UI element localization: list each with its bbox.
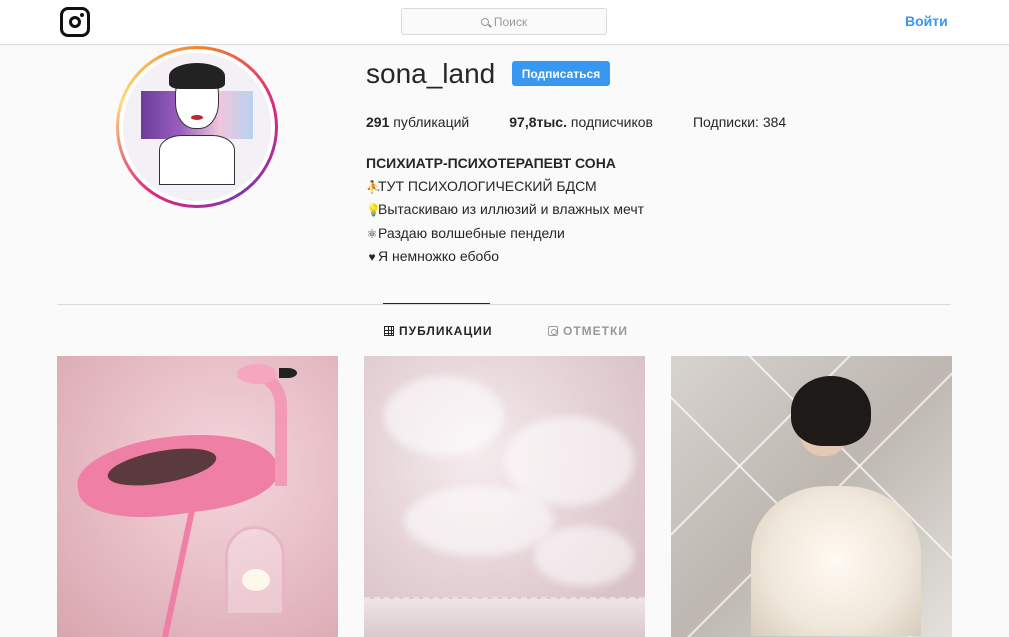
lightbulb-icon: 💡: [366, 203, 381, 217]
posts-label: публикаций: [389, 114, 470, 130]
post-thumbnail[interactable]: [57, 356, 338, 637]
cloud-blur: [404, 486, 554, 556]
grid-icon: [384, 326, 394, 336]
flamingo-head: [237, 364, 277, 384]
bio-line: ⚛Раздаю волшебные пендели: [366, 222, 644, 246]
profile-stats: 291 публикаций 97,8тыс. подписчиков Подп…: [366, 114, 826, 130]
flamingo-neck: [247, 366, 287, 486]
tab-posts[interactable]: ПУБЛИКАЦИИ: [384, 324, 492, 338]
search-icon: [480, 17, 489, 26]
tab-tagged[interactable]: ОТМЕТКИ: [548, 324, 628, 338]
tabs-divider: [57, 304, 951, 305]
profile-bio: ПСИХИАТР-ПСИХОТЕРАПЕВТ СОНА ⛹ТУТ ПСИХОЛО…: [366, 152, 644, 269]
bio-line-text: Я немножко ебобо: [378, 248, 500, 264]
avatar-hair: [169, 63, 225, 89]
avatar-border: [119, 49, 275, 205]
flower: [242, 569, 270, 591]
bio-line: ⛹ТУТ ПСИХОЛОГИЧЕСКИЙ БДСМ: [366, 175, 644, 199]
bio-line-text: Вытаскиваю из иллюзий и влажных мечт: [378, 201, 645, 217]
heart-icon: ♥: [368, 250, 376, 264]
profile-username: sona_land: [366, 58, 496, 89]
posts-count-stat: 291 публикаций: [366, 114, 469, 130]
followers-count: 97,8тыс.: [509, 114, 567, 130]
lantern: [225, 526, 285, 616]
avatar-shirt: [159, 135, 235, 185]
followers-label: подписчиков: [567, 114, 653, 130]
posts-count: 291: [366, 114, 390, 130]
bio-line: 💡Вытаскиваю из иллюзий и влажных мечт: [366, 198, 644, 222]
tag-icon: [548, 326, 558, 336]
bio-line-text: Раздаю волшебные пендели: [378, 224, 565, 241]
flamingo-leg: [160, 506, 196, 637]
post-thumbnail[interactable]: [671, 356, 952, 637]
person-icon: ⛹: [366, 179, 381, 194]
logo-lens: [69, 16, 81, 28]
fur-stole: [751, 486, 921, 636]
followers-stat[interactable]: 97,8тыс. подписчиков: [509, 114, 653, 130]
avatar[interactable]: [116, 46, 278, 208]
tab-tagged-label: ОТМЕТКИ: [563, 324, 628, 338]
atom-icon: ⚛: [366, 226, 378, 241]
avatar-lips: [191, 115, 203, 120]
search-placeholder: Поиск: [493, 14, 528, 29]
bio-full-name: ПСИХИАТР-ПСИХОТЕРАПЕВТ СОНА: [366, 155, 616, 171]
logo-dot: [80, 13, 84, 17]
follow-button[interactable]: Подписаться: [512, 61, 610, 86]
avatar-image: [123, 53, 271, 201]
bio-line: ♥ Я немножко ебобо: [366, 245, 644, 269]
cloud-blur: [384, 376, 504, 456]
bio-line-text: ТУТ ПСИХОЛОГИЧЕСКИЙ БДСМ: [378, 177, 597, 194]
portrait-hair: [791, 376, 871, 446]
cloud-blur: [534, 526, 634, 586]
garment-neckline: [364, 597, 645, 637]
top-navbar: Поиск Войти: [0, 0, 1009, 45]
search-input[interactable]: Поиск: [401, 8, 607, 35]
following-stat[interactable]: Подписки: 384: [693, 114, 786, 130]
flamingo-beak: [279, 368, 297, 378]
login-link[interactable]: Войти: [905, 13, 948, 29]
tab-posts-label: ПУБЛИКАЦИИ: [399, 324, 493, 338]
instagram-logo-icon[interactable]: [60, 7, 90, 37]
active-tab-indicator: [383, 303, 490, 304]
post-thumbnail[interactable]: [364, 356, 645, 637]
